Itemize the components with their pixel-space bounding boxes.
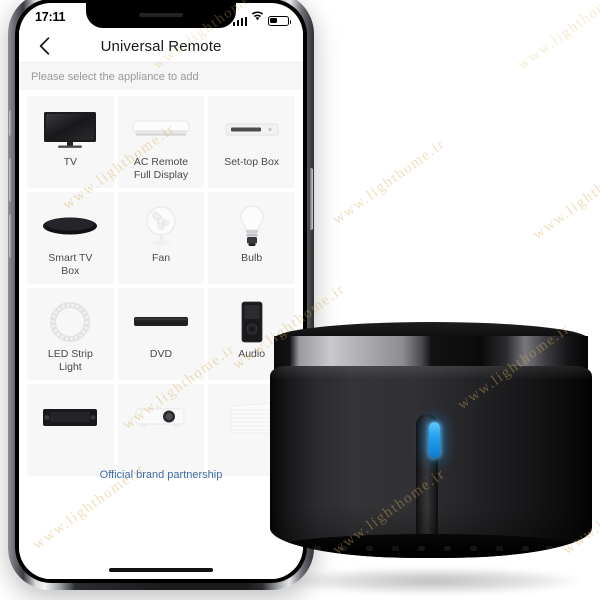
appliance-label: Set-top Box: [224, 156, 280, 168]
appliance-label: DVD: [149, 348, 173, 360]
appliance-cell-projector[interactable]: [117, 384, 205, 476]
appliance-cell-smart-tv-box[interactable]: Smart TV Box: [27, 192, 114, 284]
page-title: Universal Remote: [100, 37, 222, 55]
device-status-led: [429, 422, 440, 458]
device-base: [278, 534, 584, 558]
appliance-cell-fan[interactable]: Fan: [117, 192, 205, 284]
av-receiver-icon: [41, 396, 99, 440]
tv-icon: [41, 108, 99, 152]
appliance-cell-bulb[interactable]: Bulb: [208, 192, 295, 284]
phone-mute-switch[interactable]: [9, 110, 12, 136]
watermark: www.lighthome.ir: [330, 135, 449, 228]
curtain-icon: [228, 396, 276, 440]
phone-screen: 17:11 Universal Remote Please select the…: [19, 3, 303, 579]
dvd-player-icon: [132, 300, 190, 344]
air-conditioner-icon: [131, 108, 191, 152]
audio-icon: [240, 300, 264, 344]
home-indicator[interactable]: [109, 568, 213, 572]
ir-blaster-hub: [270, 322, 592, 594]
phone-bezel: 17:11 Universal Remote Please select the…: [15, 0, 307, 583]
appliance-cell-led-strip-light[interactable]: LED Strip Light: [27, 288, 114, 380]
nav-bar: Universal Remote: [19, 30, 303, 63]
appliance-label: Audio: [238, 348, 266, 360]
appliance-cell-dvd[interactable]: DVD: [117, 288, 205, 380]
status-indicators: [232, 8, 292, 26]
phone-power-button[interactable]: [310, 168, 313, 230]
appliance-label: TV: [63, 156, 78, 168]
appliance-label: Fan: [151, 252, 171, 264]
hint-bar: Please select the appliance to add: [19, 63, 303, 90]
bulb-icon: [238, 204, 266, 248]
appliance-label: AC Remote Full Display: [133, 156, 189, 181]
screenshot-stage: 17:11 Universal Remote Please select the…: [0, 0, 600, 600]
projector-icon: [133, 396, 189, 440]
phone-device: 17:11 Universal Remote Please select the…: [8, 0, 314, 590]
watermark: www.lighthome.ir: [530, 150, 600, 243]
chevron-left-icon: [39, 37, 50, 55]
appliance-cell-ac-remote[interactable]: AC Remote Full Display: [117, 96, 205, 188]
appliance-label: LED Strip Light: [47, 348, 93, 373]
led-strip-light-icon: [49, 300, 91, 344]
phone-volume-up-button[interactable]: [9, 158, 12, 202]
appliance-cell-set-top-box[interactable]: Set-top Box: [208, 96, 295, 188]
hint-text: Please select the appliance to add: [31, 70, 199, 83]
back-button[interactable]: [31, 33, 57, 59]
appliance-grid: TV AC Remote Full Display Set-top Box Sm…: [19, 90, 303, 579]
device-shadow: [282, 568, 582, 594]
appliance-cell-tv[interactable]: TV: [27, 96, 114, 188]
smart-tv-box-icon: [41, 204, 99, 248]
wifi-icon: [251, 8, 264, 26]
watermark: www.lighthome.ir: [515, 0, 600, 73]
appliance-cell-av-receiver[interactable]: [27, 384, 114, 476]
phone-notch: [86, 3, 236, 28]
phone-volume-down-button[interactable]: [9, 214, 12, 258]
appliance-label: Smart TV Box: [48, 252, 93, 277]
official-brand-partnership-link[interactable]: Official brand partnership: [19, 469, 303, 481]
battery-icon: [268, 15, 292, 26]
fan-icon: [141, 204, 181, 248]
device-body: [270, 366, 592, 558]
appliance-label: Bulb: [241, 252, 263, 264]
cellular-bars-icon: [232, 16, 247, 26]
status-clock: 17:11: [35, 9, 66, 24]
set-top-box-icon: [224, 108, 280, 152]
earpiece-speaker-icon: [139, 13, 183, 17]
